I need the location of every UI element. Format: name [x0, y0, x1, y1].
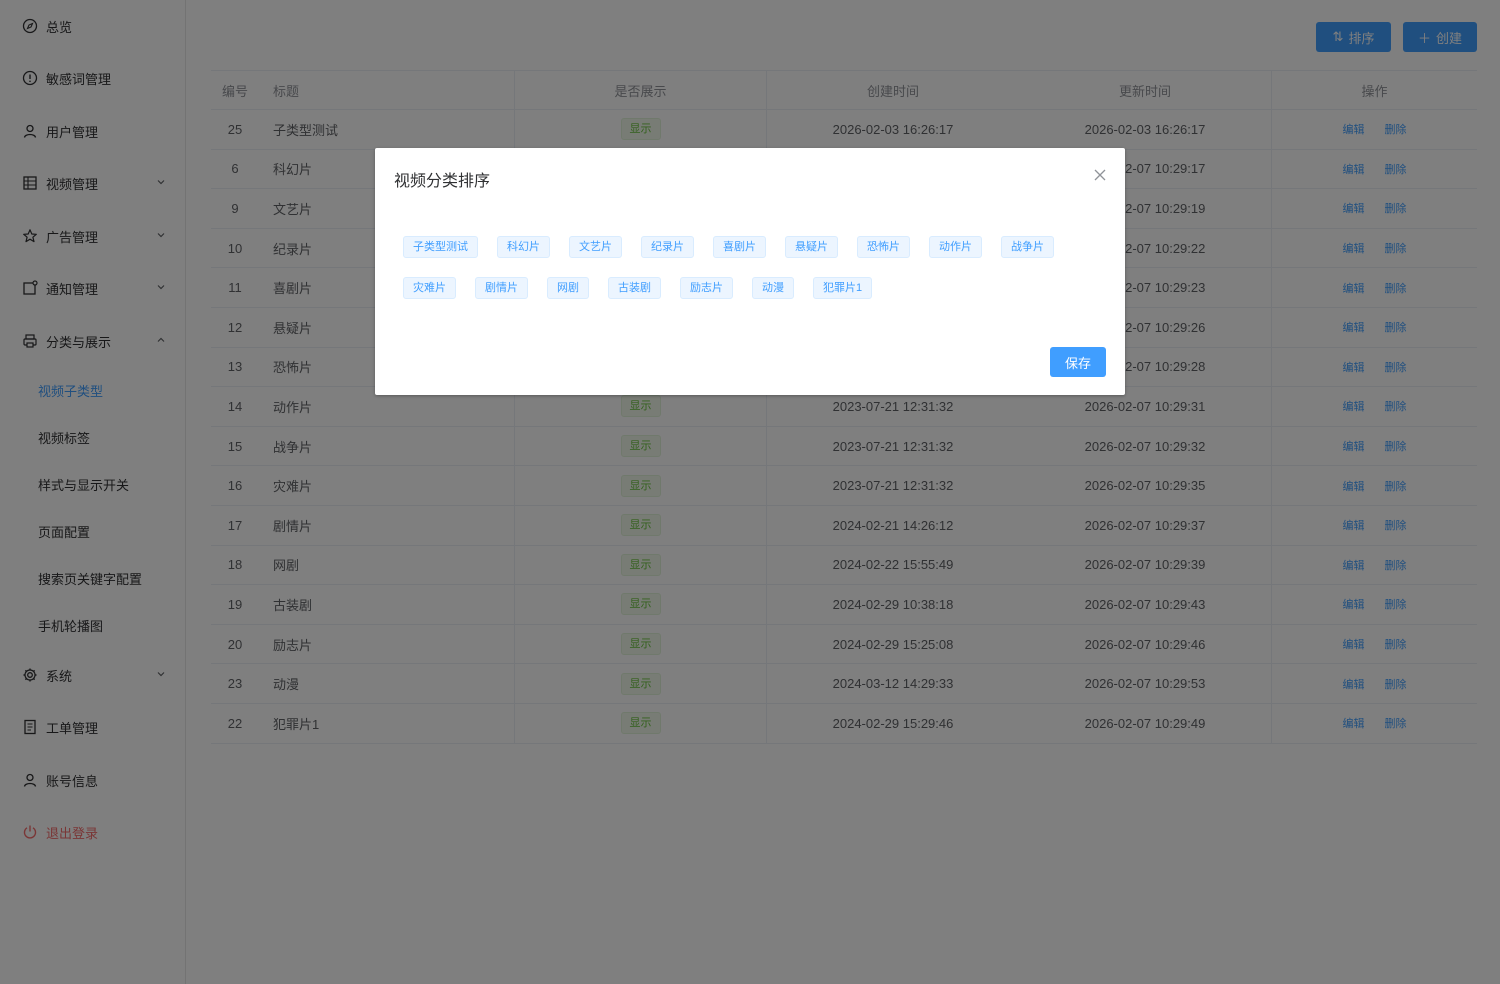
dialog-title: 视频分类排序 — [394, 173, 491, 190]
sort-tag[interactable]: 文艺片 — [569, 236, 622, 258]
sort-tag[interactable]: 古装剧 — [608, 277, 661, 299]
sort-dialog: 视频分类排序 子类型测试 科幻片 文艺片 纪录片 喜剧片 悬疑片 恐怖片 动作片 战争片灾难片剧… — [375, 148, 1125, 395]
sort-tag[interactable]: 网剧 — [547, 277, 589, 299]
close-icon[interactable] — [1093, 168, 1107, 182]
sort-tag[interactable]: 战争片 — [1001, 236, 1054, 258]
sort-tag[interactable]: 恐怖片 — [857, 236, 910, 258]
save-button[interactable]: 保存 — [1050, 347, 1106, 377]
sort-tag[interactable]: 动漫 — [752, 277, 794, 299]
sort-tag-list: 子类型测试 科幻片 文艺片 纪录片 喜剧片 悬疑片 恐怖片 动作片 战争片灾难片 剧情片 网剧 古装剧… — [403, 236, 1083, 318]
sort-tag[interactable]: 灾难片 — [403, 277, 456, 299]
sort-tag[interactable]: 动作片 — [929, 236, 982, 258]
sort-tag[interactable]: 剧情片 — [475, 277, 528, 299]
sort-tag[interactable]: 纪录片 — [641, 236, 694, 258]
sort-tag[interactable]: 子类型测试 — [403, 236, 478, 258]
sort-tag[interactable]: 励志片 — [680, 277, 733, 299]
sort-tag[interactable]: 科幻片 — [497, 236, 550, 258]
sort-tag[interactable]: 喜剧片 — [713, 236, 766, 258]
sort-tag[interactable]: 犯罪片1 — [813, 277, 873, 299]
sort-tag[interactable]: 悬疑片 — [785, 236, 838, 258]
